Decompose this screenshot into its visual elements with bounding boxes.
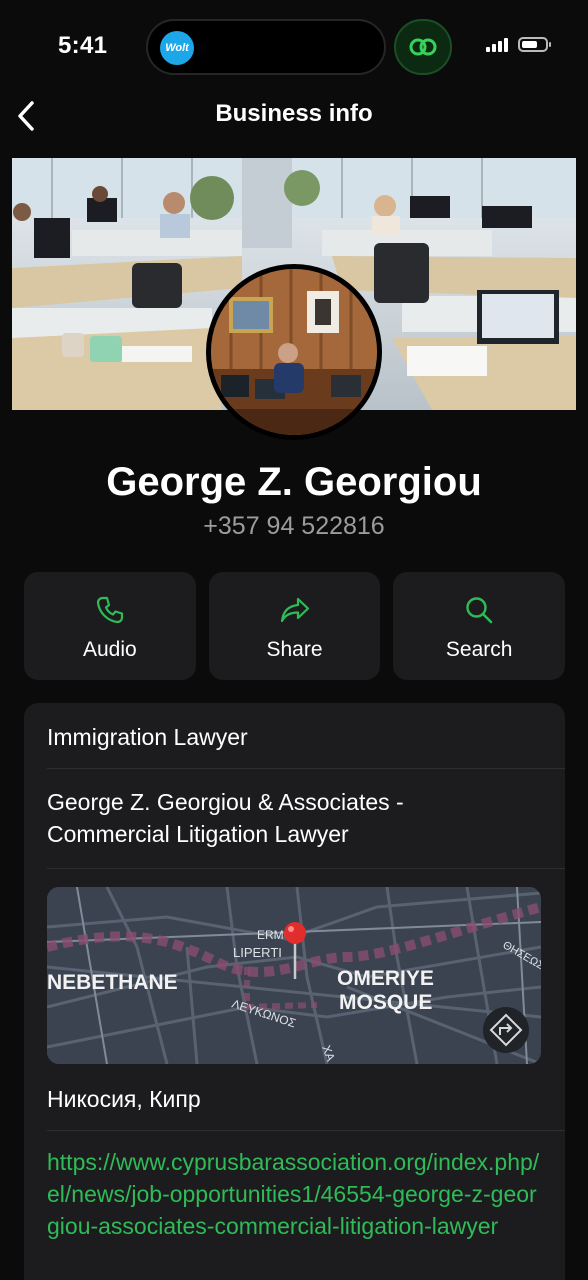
share-label: Share (266, 638, 323, 661)
share-button[interactable]: Share (208, 572, 381, 680)
divider (47, 768, 565, 769)
link-activity-icon[interactable] (394, 19, 452, 75)
wolt-app-icon: Wolt (160, 31, 194, 65)
map-label-liperti: LIPERTI (233, 945, 282, 960)
page-title: Business info (215, 100, 373, 127)
map-pin-icon (284, 922, 306, 944)
map-label-mosque: MOSQUE (339, 991, 432, 1014)
website-link[interactable]: https://www.cyprusbarassociation.org/ind… (47, 1146, 547, 1242)
battery-icon (518, 36, 551, 52)
cellular-signal-icon (486, 36, 508, 52)
business-info-screen: 5:41 Wolt Business info George Z. Georgi… (0, 0, 588, 1280)
chain-link-icon (409, 38, 437, 56)
action-buttons: Audio Share Search (24, 572, 566, 680)
map-tiles: NEBETHANE OMERIYE MOSQUE ERMOU LIPERTI Λ… (47, 887, 541, 1064)
business-description: George Z. Georgiou & Associates - Commer… (47, 789, 404, 847)
share-arrow-icon (279, 594, 311, 626)
search-label: Search (445, 638, 513, 661)
business-address[interactable]: Никосия, Кипр (47, 1083, 565, 1115)
phone-icon (95, 594, 125, 626)
audio-call-button[interactable]: Audio (24, 572, 196, 680)
search-icon (464, 594, 494, 626)
audio-label: Audio (82, 638, 137, 661)
business-category: Immigration Lawyer (47, 724, 248, 750)
lawyer-office-photo (211, 269, 377, 435)
status-time: 5:41 (58, 32, 108, 59)
divider (47, 1130, 565, 1131)
profile-avatar[interactable] (206, 264, 382, 440)
search-button[interactable]: Search (393, 572, 566, 680)
map-label-omeriye: OMERIYE (337, 967, 434, 990)
location-map[interactable]: NEBETHANE OMERIYE MOSQUE ERMOU LIPERTI Λ… (47, 887, 541, 1064)
divider (47, 868, 565, 869)
map-label-nebethane: NEBETHANE (47, 971, 178, 994)
business-name: George Z. Georgiou (106, 460, 482, 504)
business-info-card: Immigration Lawyer George Z. Georgiou & … (24, 703, 565, 1280)
phone-number[interactable]: +357 94 522816 (0, 512, 588, 541)
dynamic-island[interactable]: Wolt (146, 19, 386, 75)
status-icons (486, 36, 551, 52)
